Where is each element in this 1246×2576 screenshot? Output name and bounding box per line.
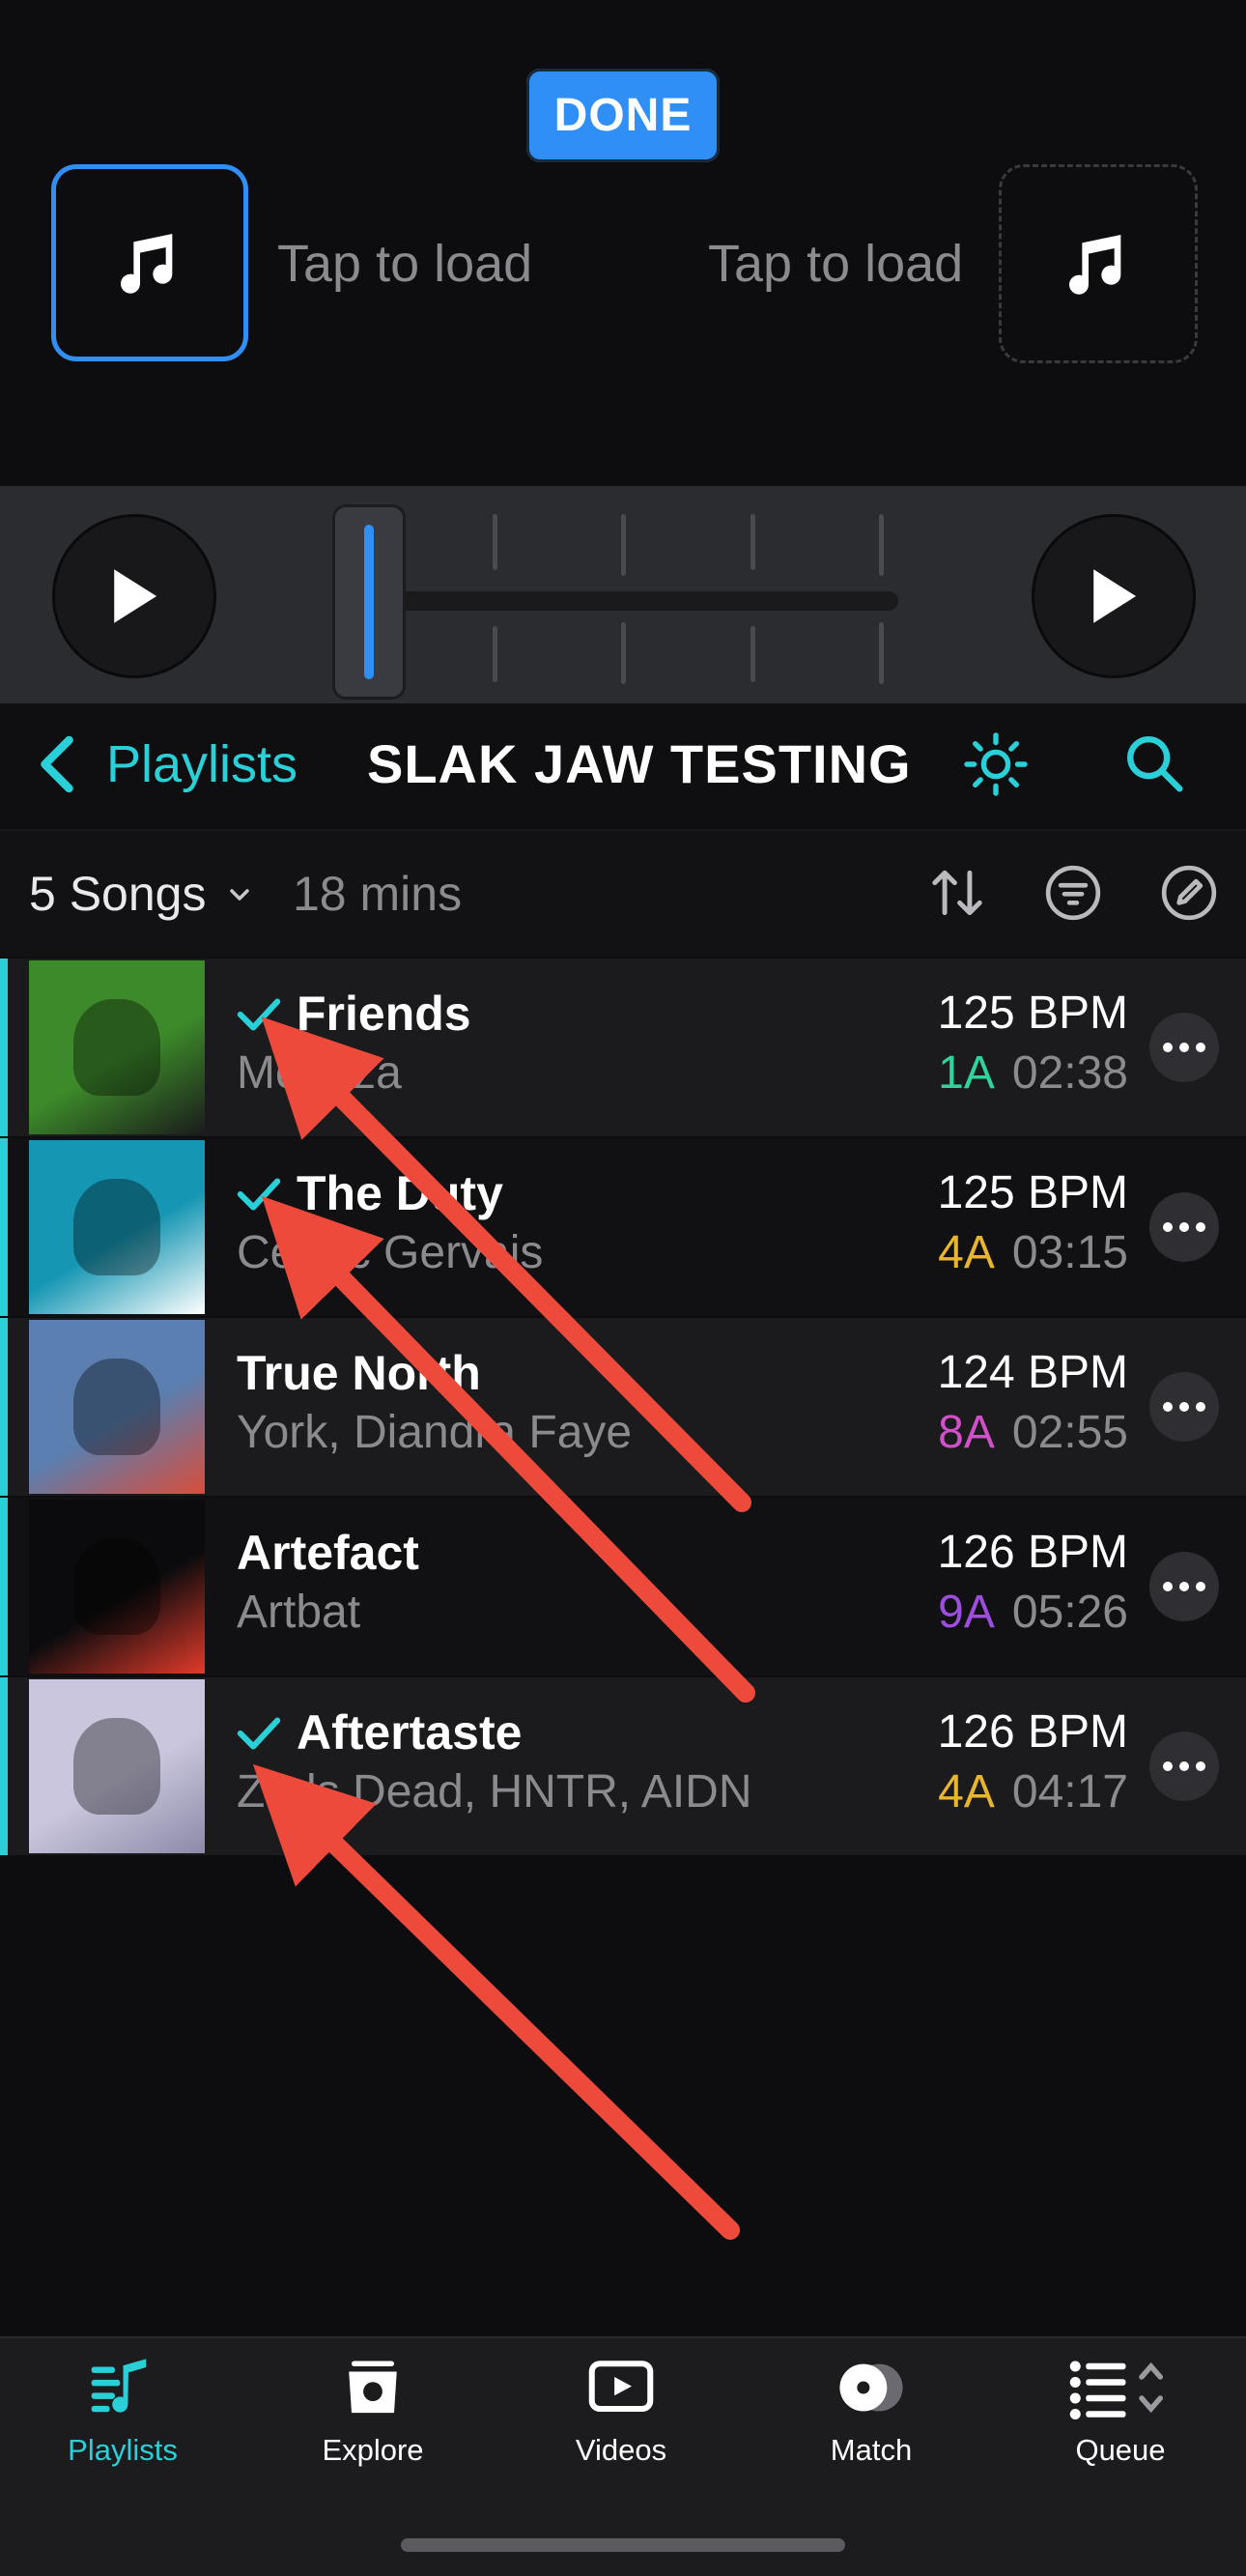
right-play-button[interactable]: [1032, 514, 1196, 678]
album-art: [29, 1320, 205, 1494]
songs-count-dropdown[interactable]: 5 Songs: [29, 865, 206, 923]
song-key-duration: 8A 02:55: [938, 1405, 1128, 1461]
fader-tick: [750, 626, 755, 682]
right-deck-tap-to-load[interactable]: Tap to load: [708, 234, 963, 294]
play-icon: [114, 569, 157, 623]
more-options-button[interactable]: [1149, 1552, 1219, 1621]
song-key: 4A: [938, 1766, 995, 1818]
song-bpm: 126 BPM: [937, 1706, 1128, 1758]
back-chevron-icon[interactable]: [33, 732, 81, 801]
right-deck-slot[interactable]: [999, 164, 1198, 363]
song-duration: 02:55: [1011, 1407, 1128, 1458]
song-key-duration: 4A 03:15: [938, 1225, 1128, 1281]
song-key: 4A: [938, 1227, 995, 1278]
fader-tick: [493, 514, 497, 570]
song-bpm: 125 BPM: [937, 987, 1128, 1039]
row-accent-bar: [0, 1318, 8, 1496]
song-title: Artefact: [237, 1526, 419, 1580]
song-bpm: 124 BPM: [937, 1347, 1128, 1398]
playlist-duration: 18 mins: [293, 867, 463, 921]
tab-videos[interactable]: Videos: [515, 2356, 727, 2468]
music-note-icon: [121, 234, 173, 294]
song-artist: Meduza: [237, 1047, 402, 1099]
queue-icon: [1069, 2361, 1163, 2419]
album-art: [29, 1140, 205, 1314]
playlist-title: SLAK JAW TESTING: [367, 733, 912, 794]
annotation-arrow: [252, 1763, 740, 2240]
album-art: [29, 960, 205, 1134]
more-options-button[interactable]: [1149, 1192, 1219, 1262]
song-key: 8A: [938, 1407, 995, 1458]
left-deck-tap-to-load[interactable]: Tap to load: [277, 234, 532, 294]
crossfader-track[interactable]: [333, 591, 898, 611]
music-note-icon: [1069, 235, 1121, 295]
tab-match[interactable]: Match: [765, 2356, 977, 2468]
row-accent-bar: [0, 959, 8, 1136]
song-row[interactable]: True North York, Diandra Faye 124 BPM 8A 02:…: [0, 1318, 1246, 1496]
left-deck-slot[interactable]: [51, 164, 248, 361]
fader-tick: [493, 626, 497, 682]
tab-queue[interactable]: Queue: [1014, 2356, 1227, 2468]
song-duration: 02:38: [1011, 1047, 1128, 1099]
song-row[interactable]: Friends Meduza 125 BPM 1A 02:38: [0, 959, 1246, 1136]
videos-icon: [588, 2361, 654, 2413]
song-key-duration: 1A 02:38: [938, 1045, 1128, 1102]
checkmark-icon: [237, 998, 281, 1031]
song-key-duration: 4A 04:17: [938, 1764, 1128, 1820]
fader-tick: [879, 622, 884, 684]
song-bpm: 126 BPM: [937, 1527, 1128, 1578]
left-play-button[interactable]: [52, 514, 216, 678]
song-title: Friends: [297, 987, 471, 1041]
song-artist: York, Diandra Faye: [237, 1407, 633, 1458]
album-art: [29, 1500, 205, 1674]
row-accent-bar: [0, 1677, 8, 1855]
done-button[interactable]: DONE: [526, 69, 720, 162]
crossfader-handle[interactable]: [332, 504, 406, 700]
song-artist: Cedric Gervais: [237, 1227, 544, 1278]
song-duration: 04:17: [1011, 1766, 1128, 1818]
fader-tick: [750, 514, 755, 570]
fader-tick: [621, 514, 626, 576]
checkmark-icon: [237, 1178, 281, 1211]
chevron-down-icon[interactable]: [224, 879, 255, 915]
song-row[interactable]: The Duty Cedric Gervais 125 BPM 4A 03:15: [0, 1138, 1246, 1316]
fader-tick: [879, 514, 884, 576]
more-options-button[interactable]: [1149, 1013, 1219, 1082]
tab-explore[interactable]: Explore: [267, 2356, 479, 2468]
explore-icon: [349, 2361, 397, 2414]
more-options-button[interactable]: [1149, 1372, 1219, 1442]
fader-tick: [621, 622, 626, 684]
song-title: True North: [237, 1346, 481, 1400]
song-title: Aftertaste: [297, 1705, 523, 1760]
match-icon: [839, 2363, 903, 2412]
song-key: 1A: [938, 1047, 995, 1099]
filter-icon[interactable]: [1043, 863, 1103, 928]
album-art: [29, 1679, 205, 1853]
playlists-icon: [91, 2359, 147, 2413]
row-accent-bar: [0, 1498, 8, 1675]
edit-icon[interactable]: [1159, 863, 1219, 928]
tab-playlists[interactable]: Playlists: [16, 2356, 229, 2468]
brightness-icon[interactable]: [961, 730, 1031, 804]
checkmark-icon: [237, 1717, 281, 1750]
song-duration: 05:26: [1011, 1587, 1128, 1638]
home-indicator: [401, 2538, 845, 2552]
song-row[interactable]: Artefact Artbat 126 BPM 9A 05:26: [0, 1498, 1246, 1675]
song-row[interactable]: Aftertaste Zeds Dead, HNTR, AIDN 126 BPM 4A…: [0, 1677, 1246, 1855]
song-title: The Duty: [297, 1166, 503, 1220]
row-accent-bar: [0, 1138, 8, 1316]
more-options-button[interactable]: [1149, 1732, 1219, 1801]
song-key-duration: 9A 05:26: [938, 1585, 1128, 1641]
search-icon[interactable]: [1120, 730, 1188, 802]
sort-icon[interactable]: [927, 863, 987, 928]
song-artist: Artbat: [237, 1587, 361, 1638]
back-to-playlists-link[interactable]: Playlists: [106, 732, 297, 796]
play-icon: [1093, 569, 1137, 623]
song-bpm: 125 BPM: [937, 1167, 1128, 1218]
song-key: 9A: [938, 1587, 995, 1638]
song-artist: Zeds Dead, HNTR, AIDN: [237, 1766, 752, 1818]
song-duration: 03:15: [1011, 1227, 1128, 1278]
